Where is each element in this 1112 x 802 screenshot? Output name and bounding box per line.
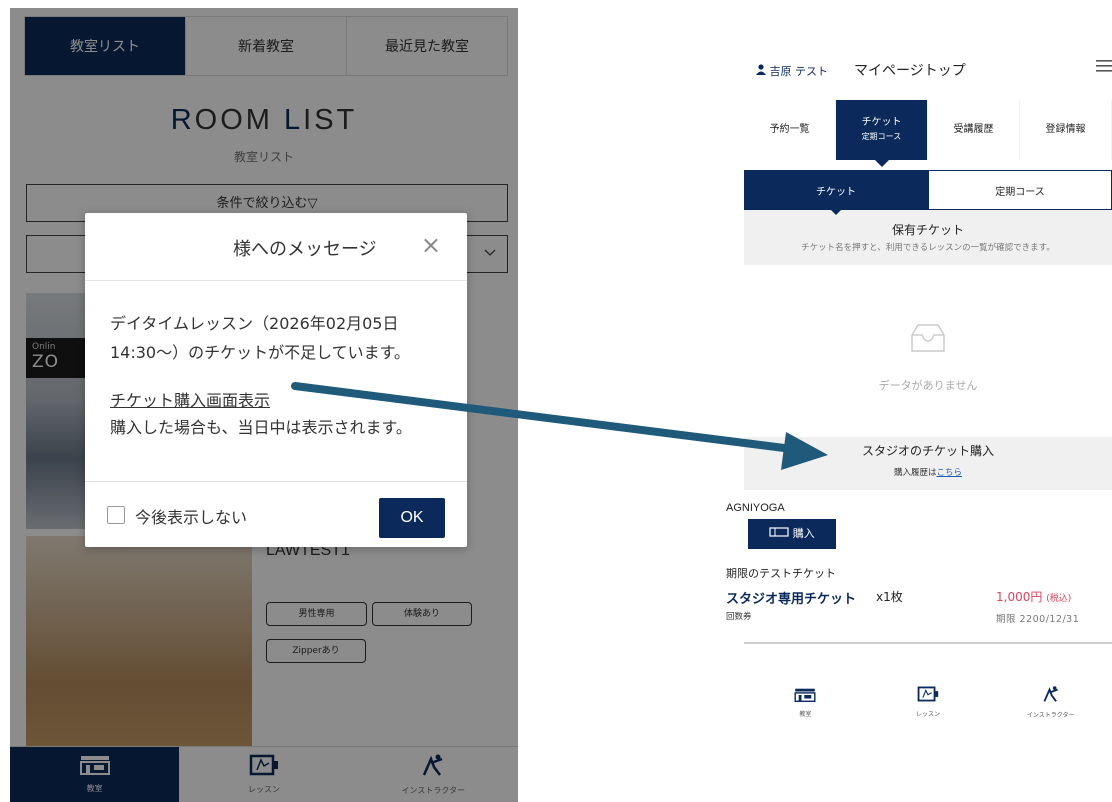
stage: 教室リスト 新着教室 最近見た教室 ROOM LIST 教室リスト 条件で絞り込… [0, 0, 1112, 802]
annotation-arrow [291, 382, 828, 470]
arrow-head [781, 432, 828, 470]
arrow-shaft [291, 382, 796, 453]
